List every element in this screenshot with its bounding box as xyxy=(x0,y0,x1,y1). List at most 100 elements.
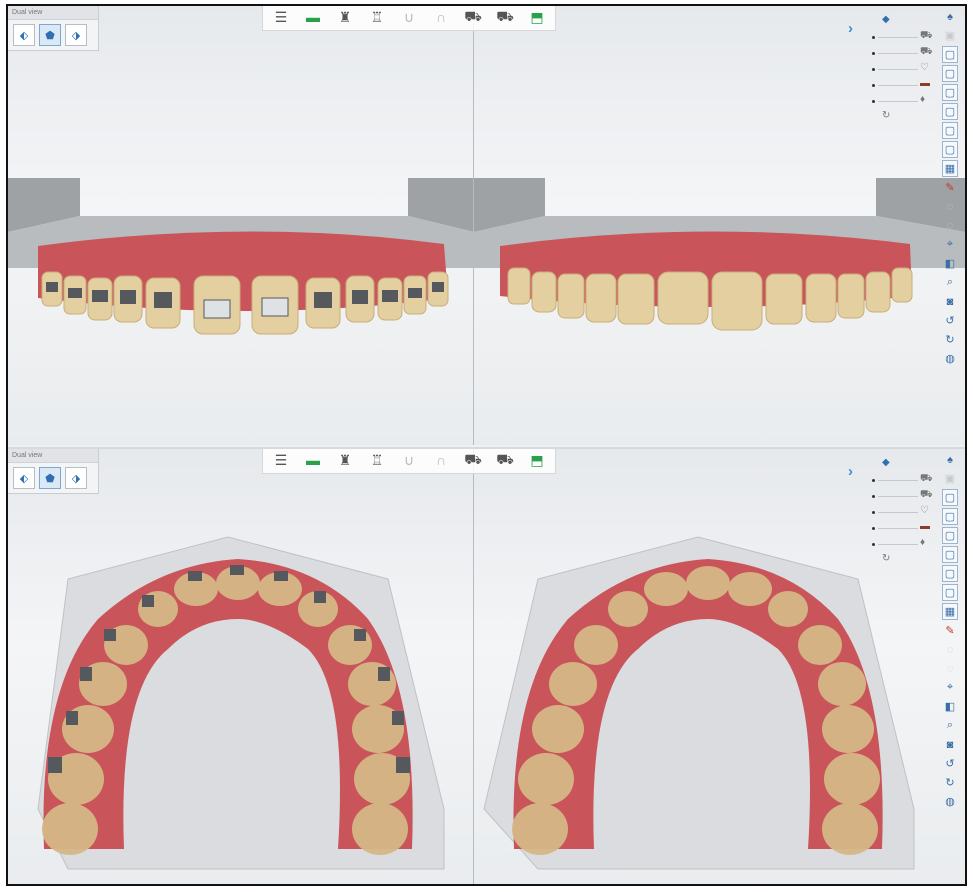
bottom-toolbar: ☰ ▬ ♜ ♖ ∪ ∩ ⛟ ⛟ ⬒ xyxy=(262,449,556,474)
arch-lower-icon[interactable]: ∪ xyxy=(395,449,423,471)
layer-icon[interactable]: ▣ xyxy=(942,27,958,44)
tooth-select-icon[interactable]: ♠ xyxy=(942,8,958,25)
right-toolbar: ♠ ▣ ▢ ▢ ▢ ▢ ▢ ▢ ▦ ✎ ◌ ◌ ⌖ ◧ ⌕ ◙ ↺ ↻ ◍ xyxy=(942,8,962,367)
arch-upper-icon[interactable]: ∩ xyxy=(427,449,455,471)
dual-view-panel: Dual view ⬖ ⬟ ⬗ xyxy=(8,449,99,494)
bracket-right-icon[interactable]: ⛟ xyxy=(491,449,519,471)
bracket-left-icon[interactable]: ⛟ xyxy=(459,6,487,28)
view-front-button[interactable]: ⬟ xyxy=(39,467,61,489)
rotate-icon[interactable]: ↺ xyxy=(942,755,958,772)
bracket-icon: ⛟ xyxy=(920,46,933,57)
export-icon[interactable]: ⬒ xyxy=(523,449,551,471)
slider-row[interactable]: ▬ xyxy=(872,78,942,94)
camera-icon[interactable]: ◙ xyxy=(942,293,958,310)
panel-toggle-icon[interactable]: ▢ xyxy=(942,508,958,525)
jaw-stack-icon[interactable]: ☰ xyxy=(267,6,295,28)
panel-toggle-icon[interactable]: ▢ xyxy=(942,84,958,101)
top-viewport[interactable]: Dual view ⬖ ⬟ ⬗ ☰ ▬ ♜ ♖ ∪ ∩ ⛟ ⛟ ⬒ › ◆ ⛟ … xyxy=(8,6,965,445)
globe-icon[interactable]: ◍ xyxy=(942,350,958,367)
viewport-divider[interactable] xyxy=(473,6,474,445)
view-left-button[interactable]: ⬖ xyxy=(13,24,35,46)
bottom-viewport[interactable]: Dual view ⬖ ⬟ ⬗ ☰ ▬ ♜ ♖ ∪ ∩ ⛟ ⛟ ⬒ › ◆ ⛟ … xyxy=(8,447,965,884)
slider-row[interactable]: ⛟ xyxy=(872,473,942,489)
paint-icon[interactable]: ◧ xyxy=(942,698,958,715)
panel-toggle-icon[interactable]: ▦ xyxy=(942,160,958,177)
tooth-view-icon: ⬗ xyxy=(71,472,81,485)
camera-icon[interactable]: ◙ xyxy=(942,736,958,753)
slider-row[interactable]: ♡ xyxy=(872,505,942,521)
visibility-sliders: ◆ ⛟ ⛟ ♡ ▬ ♦ ↻ xyxy=(872,14,942,126)
dual-view-title: Dual view xyxy=(8,449,98,463)
bracket-right-icon[interactable]: ⛟ xyxy=(491,6,519,28)
zoom-icon[interactable]: ⌕ xyxy=(942,717,958,734)
expand-chevron-icon[interactable]: › xyxy=(848,463,853,480)
slider-row[interactable]: ♦ xyxy=(872,537,942,553)
model-green-icon[interactable]: ▬ xyxy=(299,6,327,28)
rotate-alt-icon[interactable]: ↻ xyxy=(942,774,958,791)
visibility-sliders: ◆ ⛟ ⛟ ♡ ▬ ♦ ↻ xyxy=(872,457,942,569)
slider-row[interactable]: ♡ xyxy=(872,62,942,78)
drop-icon: ◆ xyxy=(882,457,890,468)
tooth-lower-icon[interactable]: ♖ xyxy=(363,449,391,471)
bracket-left-icon[interactable]: ⛟ xyxy=(459,449,487,471)
reset-icon[interactable]: ↻ xyxy=(882,553,890,564)
panel-toggle-icon[interactable]: ▢ xyxy=(942,527,958,544)
disabled-tool-icon[interactable]: ◌ xyxy=(942,198,958,215)
tooth-upper-icon[interactable]: ♜ xyxy=(331,449,359,471)
panel-toggle-icon[interactable]: ▢ xyxy=(942,141,958,158)
panel-toggle-icon[interactable]: ▢ xyxy=(942,489,958,506)
tooth-icon: ♦ xyxy=(920,94,926,105)
left-frontal-arch xyxy=(38,231,449,335)
paint-icon[interactable]: ◧ xyxy=(942,255,958,272)
top-toolbar: ☰ ▬ ♜ ♖ ∪ ∩ ⛟ ⛟ ⬒ xyxy=(262,6,556,31)
layer-icon[interactable]: ▣ xyxy=(942,470,958,487)
viewport-divider[interactable] xyxy=(473,449,474,884)
panel-toggle-icon[interactable]: ▢ xyxy=(942,546,958,563)
tooth-view-icon: ⬗ xyxy=(71,29,81,42)
export-icon[interactable]: ⬒ xyxy=(523,6,551,28)
tooth-upper-icon[interactable]: ♜ xyxy=(331,6,359,28)
panel-toggle-icon[interactable]: ▦ xyxy=(942,603,958,620)
slider-row[interactable]: ⛟ xyxy=(872,30,942,46)
slider-row[interactable]: ♦ xyxy=(872,94,942,110)
tooth-outline-icon: ♡ xyxy=(920,62,929,73)
panel-toggle-icon[interactable]: ▢ xyxy=(942,103,958,120)
disabled-tool-icon[interactable]: ◌ xyxy=(942,217,958,234)
panel-toggle-icon[interactable]: ▢ xyxy=(942,65,958,82)
rotate-alt-icon[interactable]: ↻ xyxy=(942,331,958,348)
tooth-view-icon: ⬖ xyxy=(19,472,29,485)
rotate-icon[interactable]: ↺ xyxy=(942,312,958,329)
slider-row[interactable]: ⛟ xyxy=(872,489,942,505)
tooth-lower-icon[interactable]: ♖ xyxy=(363,6,391,28)
pen-icon[interactable]: ✎ xyxy=(942,622,958,639)
view-right-button[interactable]: ⬗ xyxy=(65,24,87,46)
slider-row[interactable]: ⛟ xyxy=(872,46,942,62)
globe-icon[interactable]: ◍ xyxy=(942,793,958,810)
panel-toggle-icon[interactable]: ▢ xyxy=(942,565,958,582)
view-right-button[interactable]: ⬗ xyxy=(65,467,87,489)
slider-row[interactable]: ▬ xyxy=(872,521,942,537)
dual-view-panel: Dual view ⬖ ⬟ ⬗ xyxy=(8,6,99,51)
arch-upper-icon[interactable]: ∩ xyxy=(427,6,455,28)
jaw-stack-icon[interactable]: ☰ xyxy=(267,449,295,471)
panel-toggle-icon[interactable]: ▢ xyxy=(942,122,958,139)
panel-toggle-icon[interactable]: ▢ xyxy=(942,46,958,63)
occlusal-scene xyxy=(37,536,915,870)
tooth-select-icon[interactable]: ♠ xyxy=(942,451,958,468)
panel-toggle-icon[interactable]: ▢ xyxy=(942,584,958,601)
tooth-outline-icon: ♡ xyxy=(920,505,929,516)
arch-lower-icon[interactable]: ∪ xyxy=(395,6,423,28)
disabled-tool-icon[interactable]: ◌ xyxy=(942,660,958,677)
expand-chevron-icon[interactable]: › xyxy=(848,20,853,37)
pen-icon[interactable]: ✎ xyxy=(942,179,958,196)
zoom-icon[interactable]: ⌕ xyxy=(942,274,958,291)
disabled-tool-icon[interactable]: ◌ xyxy=(942,641,958,658)
measure-icon[interactable]: ⌖ xyxy=(942,236,958,253)
view-left-button[interactable]: ⬖ xyxy=(13,467,35,489)
view-front-button[interactable]: ⬟ xyxy=(39,24,61,46)
model-green-icon[interactable]: ▬ xyxy=(299,449,327,471)
measure-icon[interactable]: ⌖ xyxy=(942,679,958,696)
reset-icon[interactable]: ↻ xyxy=(882,110,890,121)
app-frame: Dual view ⬖ ⬟ ⬗ ☰ ▬ ♜ ♖ ∪ ∩ ⛟ ⛟ ⬒ › ◆ ⛟ … xyxy=(6,4,967,886)
drop-icon: ◆ xyxy=(882,14,890,25)
